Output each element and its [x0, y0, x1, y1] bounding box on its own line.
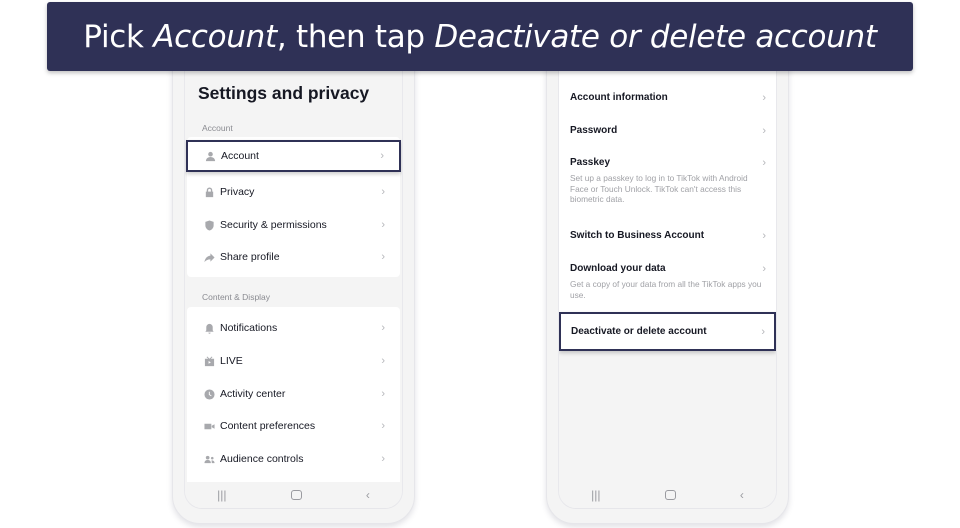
chevron-right-icon: › [381, 219, 385, 231]
phone-settings-privacy: Settings and privacy Account Account › P… [172, 40, 415, 524]
back-button[interactable]: ‹ [740, 488, 744, 502]
account-item-label: Switch to Business Account [570, 230, 705, 241]
home-button[interactable] [664, 490, 676, 500]
chevron-right-icon: › [762, 157, 766, 169]
lock-icon [203, 186, 215, 198]
settings-item-account[interactable]: Account › [186, 140, 401, 172]
account-item-account-information[interactable]: Account information › [570, 92, 766, 104]
chevron-right-icon: › [762, 125, 766, 137]
chevron-right-icon: › [380, 150, 384, 162]
account-item-description: Set up a passkey to log in to TikTok wit… [570, 173, 748, 204]
android-nav-bar: ||| ‹ [559, 482, 776, 508]
account-item-switch-business[interactable]: Switch to Business Account › [570, 230, 766, 242]
settings-item-privacy[interactable]: Privacy › [187, 176, 400, 208]
account-item-deactivate-delete[interactable]: Deactivate or delete account › [559, 312, 776, 351]
settings-item-share-profile[interactable]: Share profile › [187, 241, 400, 273]
settings-item-label: Notifications [220, 322, 278, 334]
settings-item-live[interactable]: LIVE › [187, 345, 400, 377]
account-item-label: Account information [570, 92, 668, 103]
phone-screen: Settings and privacy Account Account › P… [184, 41, 403, 509]
recents-button[interactable]: ||| [591, 488, 600, 502]
back-button[interactable]: ‹ [366, 488, 370, 502]
chevron-right-icon: › [381, 251, 385, 263]
person-icon [204, 150, 216, 162]
people-icon [203, 453, 215, 465]
clock-icon [203, 388, 215, 400]
settings-item-security[interactable]: Security & permissions › [187, 209, 400, 241]
video-camera-icon [203, 420, 215, 432]
banner-em-account: Account [153, 18, 277, 55]
section-label-account: Account [202, 123, 233, 133]
chevron-right-icon: › [381, 388, 385, 400]
phone-account-settings: Account information › Password › Passkey… [546, 40, 789, 524]
banner-em-deactivate: Deactivate or delete account [434, 18, 877, 55]
banner-text-1: Pick [83, 18, 144, 55]
section-label-content-display: Content & Display [202, 292, 271, 302]
settings-item-notifications[interactable]: Notifications › [187, 312, 400, 344]
settings-item-label: Security & permissions [220, 219, 327, 231]
account-item-password[interactable]: Password › [570, 125, 766, 137]
chevron-right-icon: › [381, 186, 385, 198]
chevron-right-icon: › [381, 322, 385, 334]
settings-item-label: Account [221, 150, 259, 162]
page-title: Settings and privacy [198, 83, 370, 103]
account-item-download-data[interactable]: Download your data Get a copy of your da… [570, 263, 766, 300]
tv-icon [203, 355, 215, 367]
account-item-label: Download your data [570, 263, 666, 274]
settings-item-label: LIVE [220, 355, 243, 367]
account-item-passkey[interactable]: Passkey Set up a passkey to log in to Ti… [570, 157, 766, 205]
account-options-card: Account information › Password › Passkey… [559, 41, 776, 317]
chevron-right-icon: › [381, 420, 385, 432]
settings-item-label: Privacy [220, 186, 255, 198]
android-nav-bar: ||| ‹ [185, 482, 402, 508]
share-arrow-icon [203, 251, 215, 263]
settings-item-activity-center[interactable]: Activity center › [187, 378, 400, 410]
chevron-right-icon: › [762, 230, 766, 242]
settings-item-audience-controls[interactable]: Audience controls › [187, 443, 400, 475]
shield-icon [203, 219, 215, 231]
recents-button[interactable]: ||| [217, 488, 226, 502]
chevron-right-icon: › [381, 355, 385, 367]
settings-item-label: Content preferences [220, 420, 316, 432]
settings-item-content-preferences[interactable]: Content preferences › [187, 410, 400, 442]
account-section-card: Account › Privacy › Security & permissio… [186, 137, 401, 277]
chevron-right-icon: › [762, 92, 766, 104]
account-item-description: Get a copy of your data from all the Tik… [570, 279, 762, 300]
settings-item-label: Activity center [220, 388, 286, 400]
chevron-right-icon: › [381, 453, 385, 465]
chevron-right-icon: › [761, 325, 765, 338]
content-section-card: Notifications › LIVE › Activity center ›… [187, 307, 400, 487]
account-item-label: Password [570, 125, 618, 136]
instruction-banner: Pick Account, then tap Deactivate or del… [47, 2, 913, 71]
settings-item-label: Share profile [220, 251, 280, 263]
account-item-label: Deactivate or delete account [571, 326, 707, 337]
home-button[interactable] [290, 490, 302, 500]
banner-text-2: , then tap [276, 18, 425, 55]
settings-item-label: Audience controls [220, 453, 304, 465]
chevron-right-icon: › [762, 263, 766, 275]
account-item-label: Passkey [570, 157, 611, 168]
phone-screen: Account information › Password › Passkey… [558, 41, 777, 509]
bell-icon [203, 322, 215, 334]
